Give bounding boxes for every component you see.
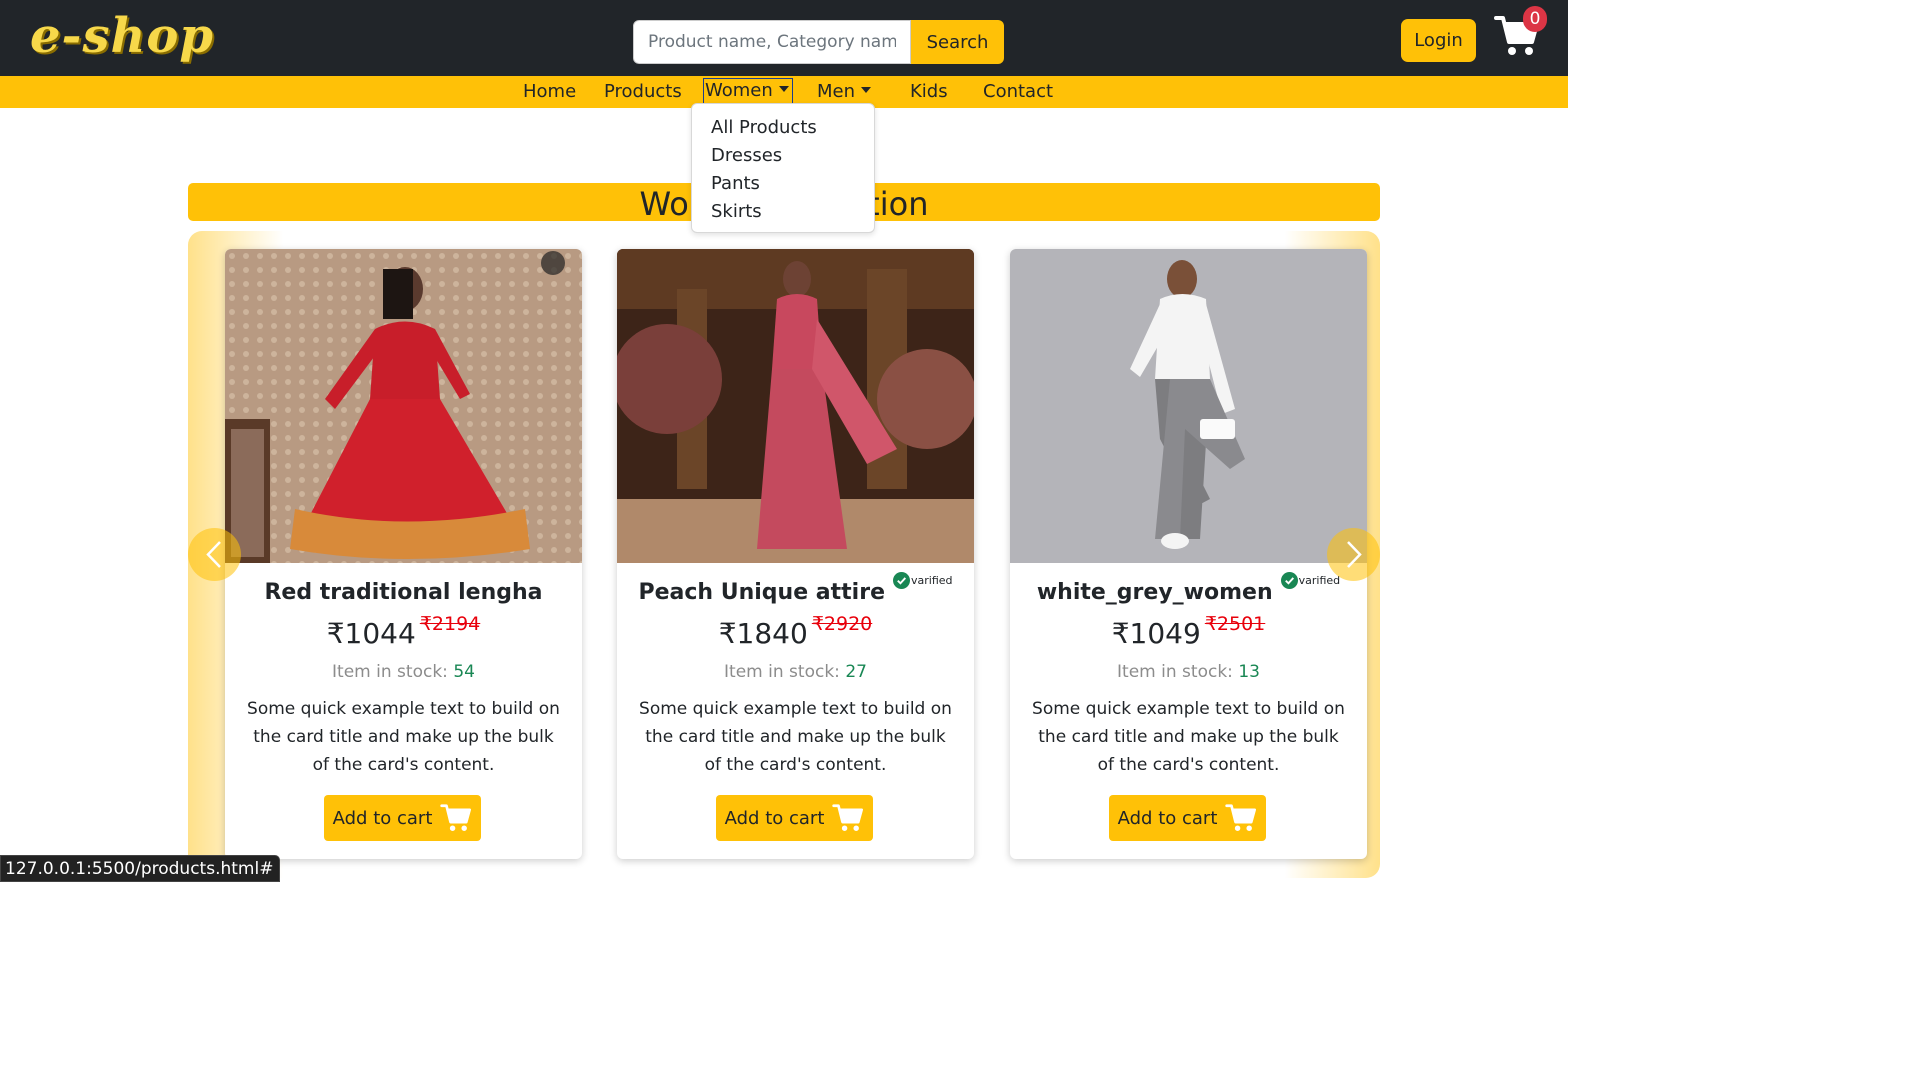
carousel-next-button[interactable] bbox=[1327, 528, 1380, 581]
nav-home[interactable]: Home bbox=[523, 80, 576, 104]
product-image[interactable] bbox=[617, 249, 974, 563]
add-to-cart-button[interactable]: Add to cart bbox=[324, 795, 481, 841]
dropdown-item-skirts[interactable]: Skirts bbox=[692, 198, 874, 226]
chevron-down-icon bbox=[778, 86, 789, 92]
product-name: Peach Unique attire bbox=[638, 580, 885, 605]
stock-info: Item in stock: 27 bbox=[617, 662, 974, 682]
stock-info: Item in stock: 54 bbox=[225, 662, 582, 682]
product-title: Red traditional lengha bbox=[225, 580, 582, 605]
login-button[interactable]: Login bbox=[1401, 19, 1476, 62]
add-to-cart-label: Add to cart bbox=[332, 807, 433, 829]
product-description: Some quick example text to build on the … bbox=[1032, 699, 1345, 775]
product-card: Peach Unique attire varified ₹1840 ₹2920 I… bbox=[617, 249, 974, 859]
cart-icon bbox=[1225, 804, 1257, 831]
women-dropdown-menu: All Products Dresses Pants Skirts bbox=[691, 103, 875, 233]
current-price: ₹1044 bbox=[326, 617, 416, 650]
product-card: white_grey_women varified ₹1049 ₹2501 Item… bbox=[1010, 249, 1367, 859]
product-price: ₹1840 ₹2920 bbox=[617, 613, 974, 650]
stock-count: 54 bbox=[453, 662, 475, 682]
browser-status-url: 127.0.0.1:5500/products.html# bbox=[0, 855, 281, 882]
dropdown-item-all-products[interactable]: All Products bbox=[692, 114, 874, 142]
add-to-cart-button[interactable]: Add to cart bbox=[716, 795, 873, 841]
product-title: white_grey_women varified bbox=[1010, 572, 1367, 605]
product-price: ₹1049 ₹2501 bbox=[1010, 613, 1367, 650]
verified-label: varified bbox=[911, 574, 953, 587]
check-circle-icon bbox=[893, 572, 910, 589]
product-image[interactable] bbox=[1010, 249, 1367, 563]
stock-count: 13 bbox=[1238, 662, 1260, 682]
stock-label: Item in stock: bbox=[1117, 662, 1233, 682]
stock-info: Item in stock: 13 bbox=[1010, 662, 1367, 682]
search-form: Search bbox=[633, 20, 1004, 64]
product-description: Some quick example text to build on the … bbox=[247, 699, 560, 775]
product-image[interactable] bbox=[225, 249, 582, 563]
cart-count-badge: 0 bbox=[1523, 6, 1547, 32]
chevron-right-icon bbox=[1347, 541, 1362, 568]
dropdown-item-dresses[interactable]: Dresses bbox=[692, 142, 874, 170]
product-name: Red traditional lengha bbox=[264, 580, 543, 605]
add-to-cart-button[interactable]: Add to cart bbox=[1109, 795, 1266, 841]
logo[interactable]: e-shop bbox=[30, 8, 214, 64]
nav-contact[interactable]: Contact bbox=[983, 80, 1053, 104]
stock-label: Item in stock: bbox=[724, 662, 840, 682]
search-button[interactable]: Search bbox=[911, 20, 1004, 64]
carousel-prev-button[interactable] bbox=[188, 528, 241, 581]
nav-women-label: Women bbox=[705, 80, 773, 101]
current-price: ₹1840 bbox=[718, 617, 808, 650]
product-name: white_grey_women bbox=[1036, 580, 1273, 605]
nav-men[interactable]: Men bbox=[817, 80, 872, 104]
product-description: Some quick example text to build on the … bbox=[639, 699, 952, 775]
add-to-cart-label: Add to cart bbox=[724, 807, 825, 829]
nav-products[interactable]: Products bbox=[604, 80, 682, 104]
old-price: ₹2194 bbox=[419, 613, 481, 635]
product-title: Peach Unique attire varified bbox=[617, 572, 974, 605]
stock-count: 27 bbox=[845, 662, 867, 682]
search-input[interactable] bbox=[633, 20, 911, 64]
cart-icon bbox=[832, 804, 864, 831]
current-price: ₹1049 bbox=[1111, 617, 1201, 650]
top-header: e-shop Search Login 0 bbox=[0, 0, 1568, 76]
stock-label: Item in stock: bbox=[332, 662, 448, 682]
old-price: ₹2501 bbox=[1204, 613, 1266, 635]
dropdown-item-pants[interactable]: Pants bbox=[692, 170, 874, 198]
nav-kids[interactable]: Kids bbox=[910, 80, 948, 104]
chevron-down-icon bbox=[861, 87, 872, 93]
cart-icon bbox=[440, 804, 472, 831]
check-circle-icon bbox=[1280, 572, 1298, 589]
old-price: ₹2920 bbox=[811, 613, 873, 635]
nav-women[interactable]: Women bbox=[703, 78, 793, 105]
add-to-cart-label: Add to cart bbox=[1117, 807, 1218, 829]
verified-badge: varified bbox=[893, 572, 953, 589]
chevron-left-icon bbox=[206, 541, 221, 568]
product-price: ₹1044 ₹2194 bbox=[225, 613, 582, 650]
nav-men-label: Men bbox=[817, 81, 856, 102]
product-card: Red traditional lengha ₹1044 ₹2194 Item i… bbox=[225, 249, 582, 859]
